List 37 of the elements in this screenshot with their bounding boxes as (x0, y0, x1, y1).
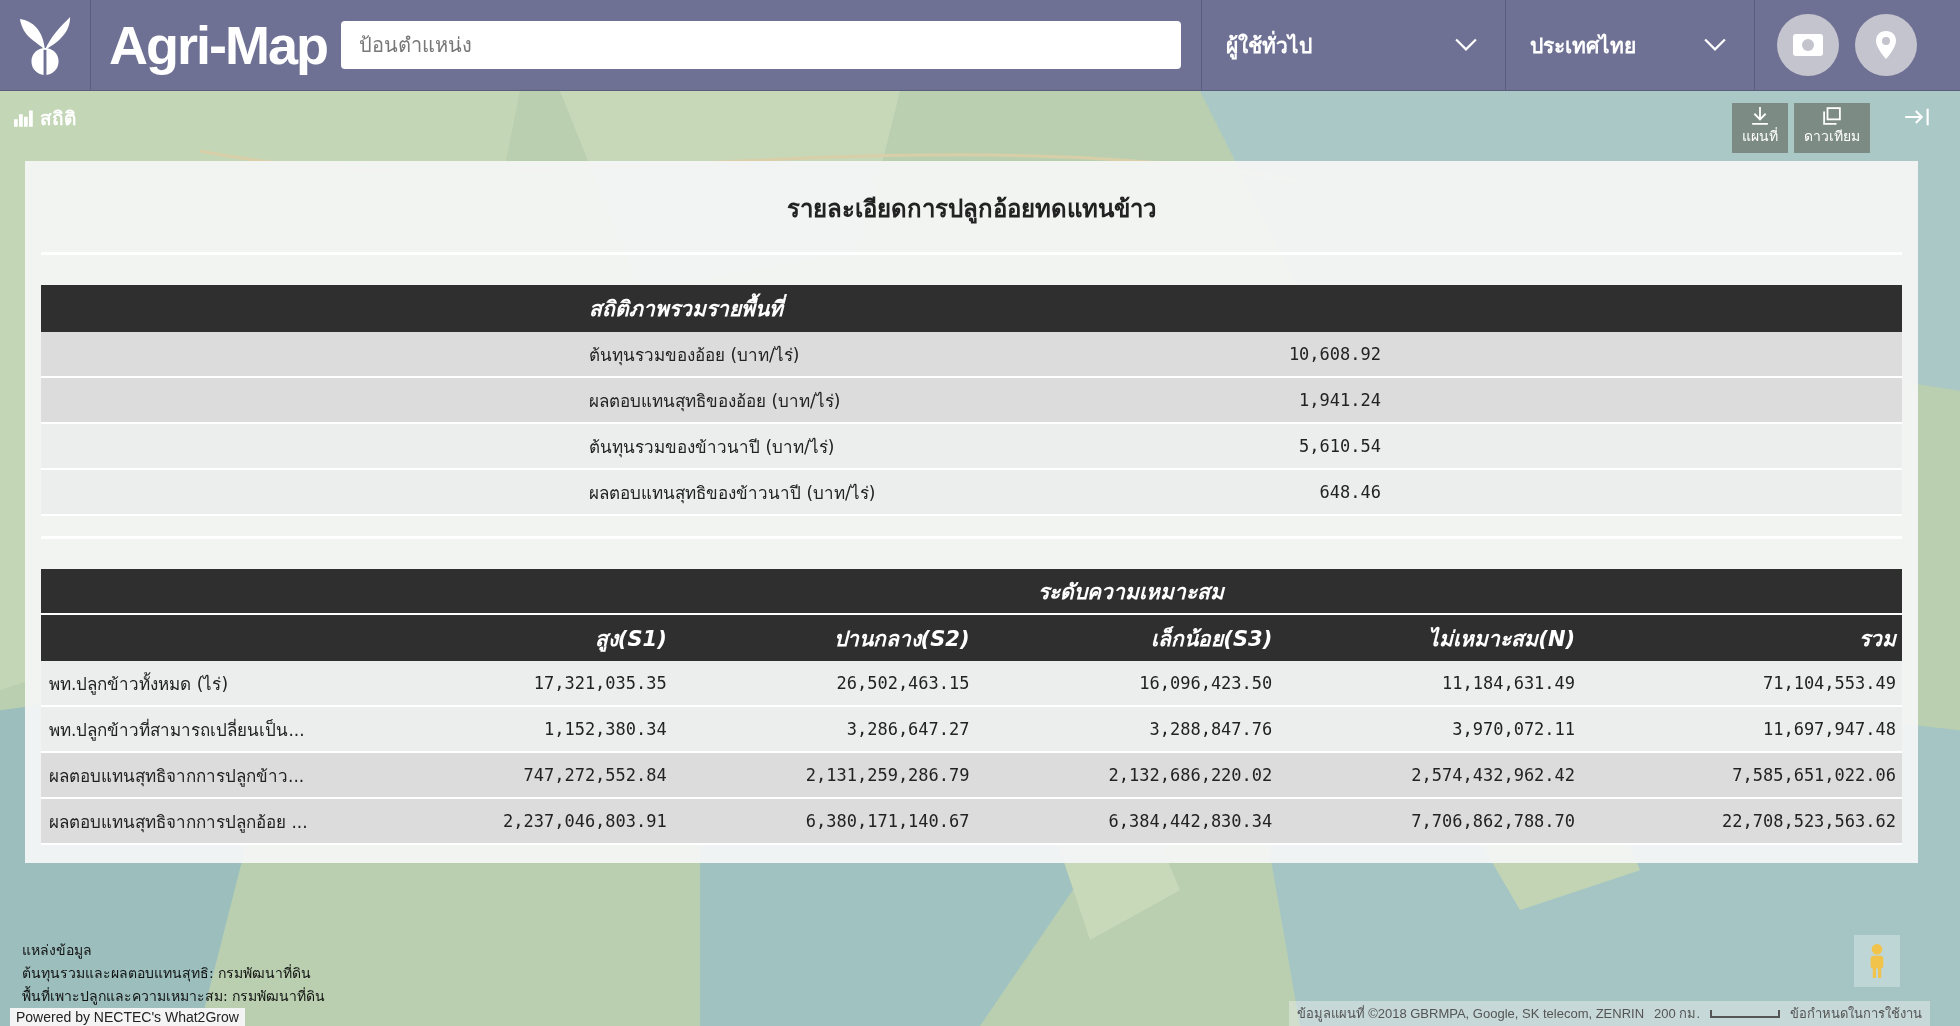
location-pin-icon (1876, 31, 1896, 59)
chevron-down-icon (1455, 38, 1477, 52)
table-cell: 6,380,171,140.67 (672, 798, 976, 844)
column-header: รวม (1581, 614, 1902, 661)
terms-link[interactable]: ข้อกำหนดในการใช้งาน (1790, 1003, 1922, 1024)
column-header: เล็กน้อย(S3) (975, 614, 1279, 661)
table-cell: 648.46 (1150, 469, 1382, 515)
table-cell: ผลตอบแทนสุทธิจากการปลูกอ้อย ... (41, 798, 370, 844)
attribution-text: ข้อมูลแผนที่ ©2018 GBRMPA, Google, SK telecom, ZENRIN (1296, 1004, 1645, 1024)
chevron-down-icon (1704, 38, 1726, 52)
download-icon (1751, 107, 1769, 125)
table-cell: 22,708,523,563.62 (1581, 798, 1902, 844)
copy-icon (1823, 107, 1841, 125)
sources-title: แหล่งข้อมูล (22, 941, 93, 961)
map-type-button[interactable]: ดาวเทียม (1794, 103, 1870, 153)
table-cell: 2,237,046,803.91 (370, 798, 673, 844)
bar-chart-icon (14, 109, 34, 127)
panel-title: รายละเอียดการปลูกอ้อยทดแทนข้าว (786, 194, 1157, 226)
camera-icon (1793, 34, 1823, 56)
dropdown-button[interactable]: ผู้ใช้ทั่วไป (1201, 0, 1505, 90)
map-type-button[interactable]: แผนที่ (1732, 103, 1788, 153)
app-logo-text: Agri-Map (109, 14, 327, 76)
column-header: สูง(S1) (370, 614, 673, 661)
source-line: ต้นทุนรวมและผลตอบแทนสุทธิ: กรมพัฒนาที่ดิน (22, 963, 313, 984)
scale-label: 200 กม. (1654, 1005, 1700, 1023)
powered-by-label: Powered by NECTEC's What2Grow (10, 1008, 245, 1026)
table-cell: 7,706,862,788.70 (1278, 798, 1582, 844)
table-cell: 6,384,442,830.34 (975, 798, 1279, 844)
source-line: พื้นที่เพาะปลูกและความเหมาะสม: กรมพัฒนาที่ดิน (22, 985, 326, 1007)
column-header: ไม่เหมาะสม(N) (1278, 614, 1582, 661)
table-header: ระดับความเหมาะสม (41, 569, 1902, 614)
scale-bar-icon (1710, 1009, 1780, 1018)
table-cell: ผลตอบแทนสุทธิของข้าวนาปี (บาท/ไร่) (588, 469, 1150, 515)
column-header: ปานกลาง(S2) (672, 614, 976, 661)
table-header: สถิติภาพรวมรายพื้นที่ (588, 285, 1382, 332)
location-search-field[interactable]: ป้อนตำแหน่ง (341, 21, 1181, 69)
dropdown-button[interactable]: ประเทศไทย (1505, 0, 1755, 90)
